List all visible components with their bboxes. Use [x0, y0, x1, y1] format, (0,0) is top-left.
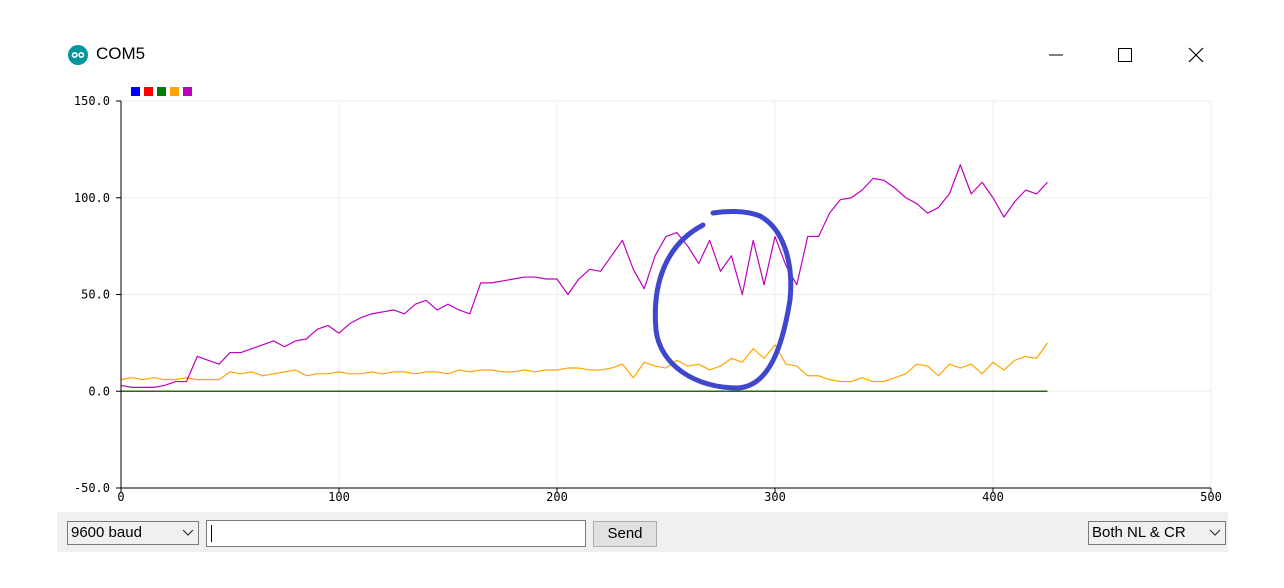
window-title: COM5 [96, 44, 146, 63]
y-tick-label: 100.0 [74, 191, 110, 205]
arduino-icon [68, 45, 88, 65]
series-line-3 [120, 342, 1048, 383]
line-ending-value: Both NL & CR [1092, 524, 1186, 541]
chart-legend [131, 87, 192, 96]
legend-swatch [157, 87, 166, 96]
x-tick-label: 300 [764, 490, 786, 504]
x-tick-label: 400 [982, 490, 1004, 504]
send-button[interactable]: Send [593, 521, 657, 547]
chart-grid [116, 100, 1212, 493]
x-tick-label: 200 [546, 490, 568, 504]
baud-rate-select[interactable]: 9600 baud [67, 521, 199, 545]
close-icon[interactable] [1181, 40, 1211, 70]
minimize-icon[interactable] [1041, 40, 1071, 70]
legend-swatch [183, 87, 192, 96]
chevron-down-icon [182, 529, 194, 536]
serial-plotter-chart: 0 100 200 300 400 500 150.0 100.0 50.0 0.0 -50.0 [74, 87, 1222, 504]
message-input[interactable] [206, 520, 586, 547]
line-ending-select[interactable]: Both NL & CR [1088, 521, 1226, 545]
x-tick-label: 0 [117, 490, 124, 504]
y-tick-label: 50.0 [81, 288, 110, 302]
chart-series [120, 164, 1048, 392]
x-tick-label: 500 [1200, 490, 1222, 504]
legend-swatch [170, 87, 179, 96]
serial-controls-bar: 9600 baud Send Both NL & CR [57, 512, 1228, 552]
y-tick-label: -50.0 [74, 481, 110, 495]
tick-labels: 0 100 200 300 400 500 150.0 100.0 50.0 0.0 -50.0 [74, 94, 1222, 504]
y-tick-label: 0.0 [88, 384, 110, 398]
maximize-icon[interactable] [1110, 40, 1140, 70]
x-tick-label: 100 [328, 490, 350, 504]
text-caret [211, 525, 212, 542]
baud-rate-value: 9600 baud [71, 524, 142, 541]
y-tick-label: 150.0 [74, 94, 110, 108]
legend-swatch [131, 87, 140, 96]
chevron-down-icon [1209, 529, 1221, 536]
legend-swatch [144, 87, 153, 96]
